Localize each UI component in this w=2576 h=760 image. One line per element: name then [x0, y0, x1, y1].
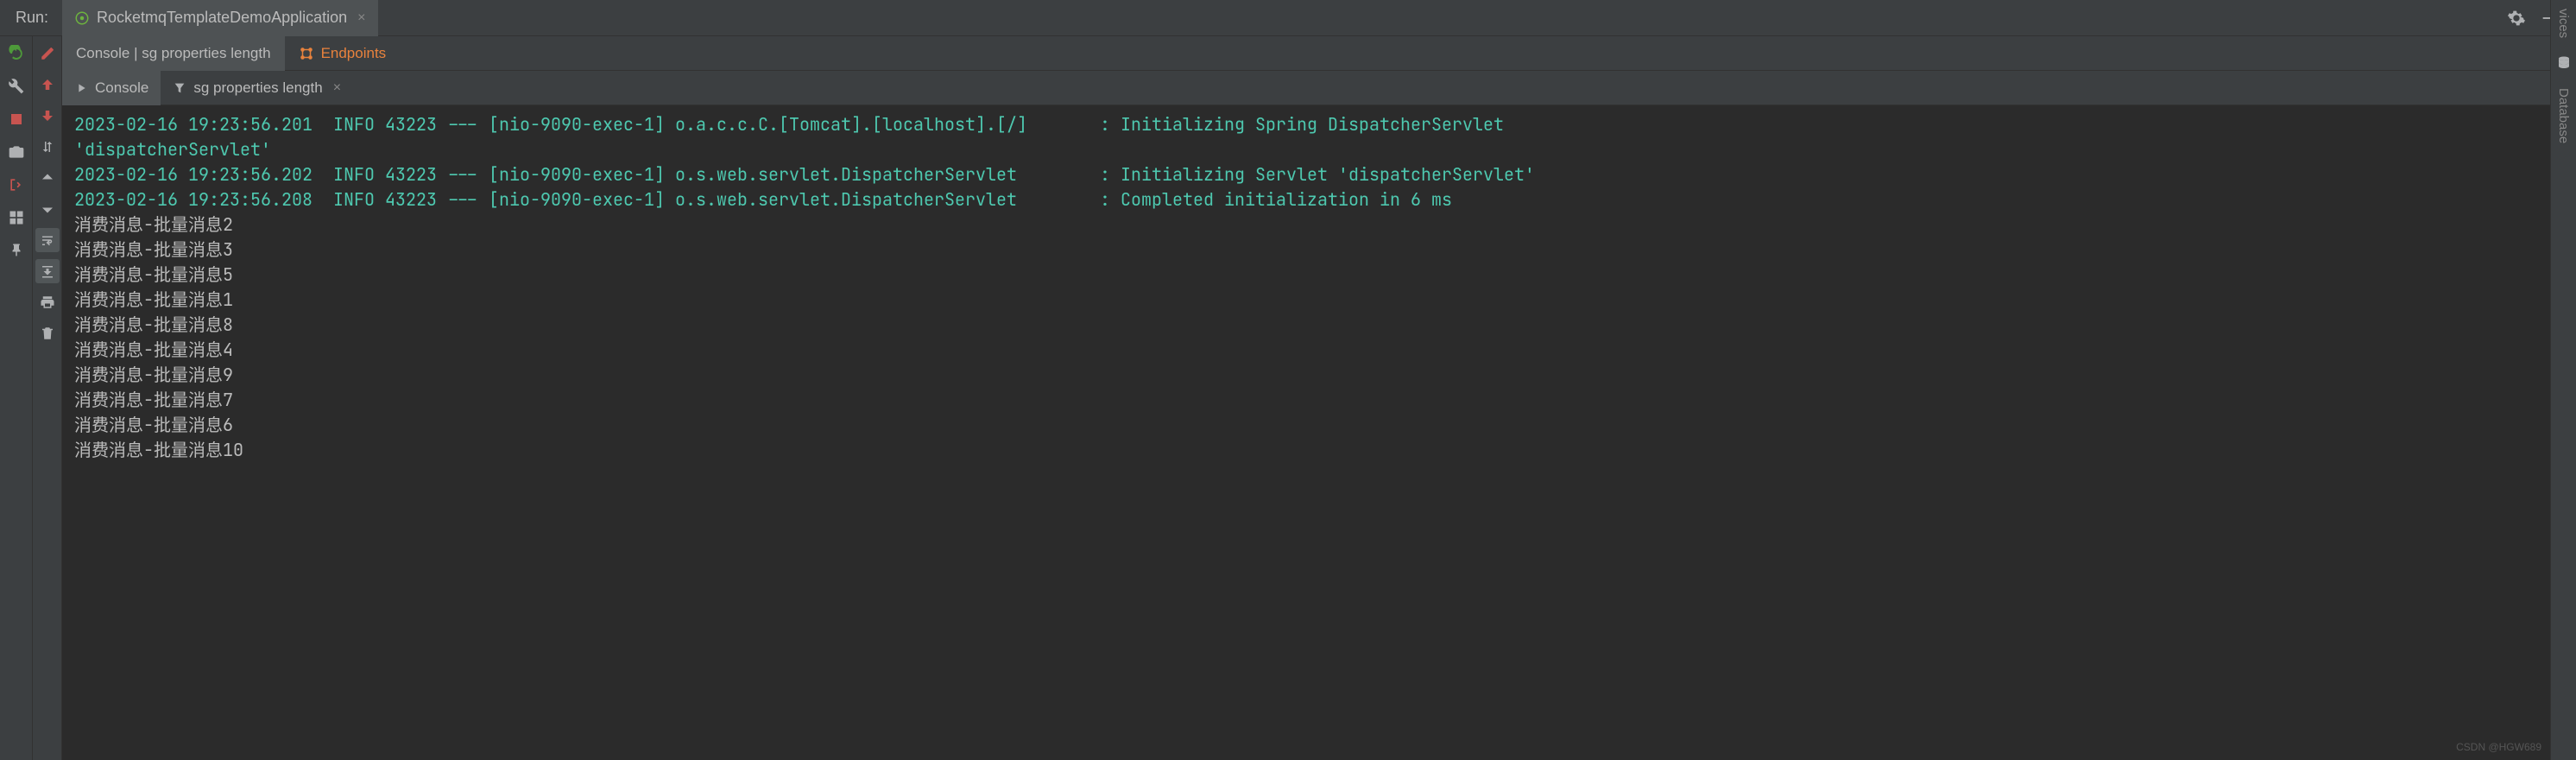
wrench-icon[interactable] — [4, 74, 28, 98]
inner-tabs-bar: Console sg properties length × — [62, 71, 2576, 105]
edit-icon[interactable] — [35, 41, 60, 66]
play-icon — [74, 81, 88, 95]
log-line: 消费消息-批量消息2 — [74, 212, 2564, 238]
sidebar-item-services[interactable]: vices — [2556, 9, 2571, 38]
log-line: 'dispatcherServlet' — [74, 137, 2564, 162]
stop-button[interactable] — [4, 107, 28, 131]
tab-endpoints[interactable]: Endpoints — [285, 36, 401, 71]
down-arrow-icon[interactable] — [35, 104, 60, 128]
log-line: 消费消息-批量消息7 — [74, 388, 2564, 413]
main-area: Console | sg properties length Endpoints… — [0, 36, 2576, 760]
run-config-tab[interactable]: RocketmqTemplateDemoApplication × — [62, 0, 377, 36]
rerun-button[interactable] — [4, 41, 28, 66]
database-icon[interactable] — [2556, 55, 2572, 71]
camera-icon[interactable] — [4, 140, 28, 164]
content-area: Console | sg properties length Endpoints… — [62, 36, 2576, 760]
layout-icon[interactable] — [4, 206, 28, 230]
pin-icon[interactable] — [4, 238, 28, 263]
print-icon[interactable] — [35, 290, 60, 314]
tab-label: Endpoints — [321, 45, 387, 62]
sidebar-item-database[interactable]: Database — [2556, 88, 2571, 143]
trash-icon[interactable] — [35, 321, 60, 345]
console-output[interactable]: 2023-02-16 19:23:56.201 INFO 43223 --- [… — [62, 105, 2576, 760]
gear-icon[interactable] — [2507, 9, 2526, 28]
log-line: 2023-02-16 19:23:56.201 INFO 43223 --- [… — [74, 112, 2564, 137]
log-line: 消费消息-批量消息1 — [74, 288, 2564, 313]
filter-icon — [173, 81, 186, 95]
scroll-to-end-icon[interactable] — [35, 259, 60, 283]
log-line: 消费消息-批量消息10 — [74, 438, 2564, 463]
sub-tabs-bar: Console | sg properties length Endpoints — [62, 36, 2576, 71]
watermark: CSDN @HGW689 — [2456, 741, 2541, 753]
left-toolbar-secondary — [33, 36, 62, 760]
log-line: 消费消息-批量消息3 — [74, 238, 2564, 263]
log-line: 消费消息-批量消息6 — [74, 413, 2564, 438]
run-config-name: RocketmqTemplateDemoApplication — [97, 9, 347, 27]
log-line: 消费消息-批量消息8 — [74, 313, 2564, 338]
tab-console-properties[interactable]: Console | sg properties length — [62, 36, 285, 71]
log-line: 消费消息-批量消息9 — [74, 363, 2564, 388]
inner-tab-console[interactable]: Console — [62, 71, 161, 105]
right-sidebar: vices Database — [2550, 0, 2576, 760]
left-toolbar-primary — [0, 36, 33, 760]
endpoints-icon — [299, 46, 314, 61]
run-toolbar: Run: RocketmqTemplateDemoApplication × — [0, 0, 2576, 36]
sort-icon[interactable] — [35, 135, 60, 159]
tab-label: Console | sg properties length — [76, 45, 271, 62]
log-line: 2023-02-16 19:23:56.202 INFO 43223 --- [… — [74, 162, 2564, 187]
exit-icon[interactable] — [4, 173, 28, 197]
scroll-up-icon[interactable] — [35, 166, 60, 190]
up-arrow-icon[interactable] — [35, 73, 60, 97]
spring-boot-icon — [74, 10, 90, 26]
log-line: 消费消息-批量消息4 — [74, 338, 2564, 363]
scroll-down-icon[interactable] — [35, 197, 60, 221]
close-icon[interactable]: × — [333, 80, 341, 96]
close-icon[interactable]: × — [357, 10, 365, 26]
tab-label: sg properties length — [193, 79, 322, 97]
log-line: 消费消息-批量消息5 — [74, 263, 2564, 288]
inner-tab-filter[interactable]: sg properties length × — [161, 71, 353, 105]
log-line: 2023-02-16 19:23:56.208 INFO 43223 --- [… — [74, 187, 2564, 212]
tab-label: Console — [95, 79, 148, 97]
run-label: Run: — [9, 9, 55, 27]
soft-wrap-icon[interactable] — [35, 228, 60, 252]
